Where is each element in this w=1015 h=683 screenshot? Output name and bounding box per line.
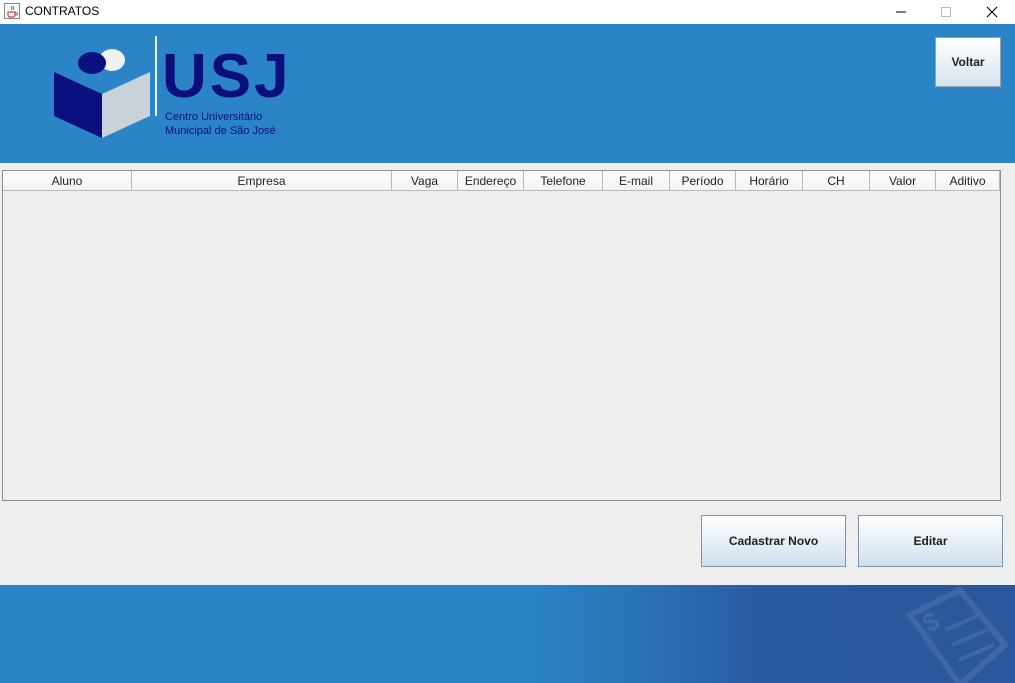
column-header-endereco[interactable]: Endereço bbox=[458, 171, 524, 190]
logo-brand-text: USJ bbox=[162, 42, 292, 111]
logo-subtitle-line1: Centro Universitário bbox=[165, 111, 263, 123]
main-panel: Aluno Empresa Vaga Endereço Telefone E-m… bbox=[0, 163, 1015, 585]
usj-cube-icon bbox=[54, 49, 150, 138]
column-header-empresa[interactable]: Empresa bbox=[132, 171, 392, 190]
maximize-button[interactable] bbox=[923, 0, 969, 24]
column-header-valor[interactable]: Valor bbox=[870, 171, 936, 190]
window-titlebar: CONTRATOS bbox=[0, 0, 1015, 24]
close-icon bbox=[986, 6, 998, 18]
logo-subtitle-line2: Municipal de São José bbox=[165, 125, 276, 137]
column-header-periodo[interactable]: Período bbox=[670, 171, 736, 190]
minimize-button[interactable] bbox=[878, 0, 924, 24]
column-header-aditivo[interactable]: Aditivo bbox=[936, 171, 1000, 190]
logo-subtitle: Centro Universitário Municipal de São Jo… bbox=[165, 110, 276, 138]
minimize-icon bbox=[896, 11, 906, 13]
back-button[interactable]: Voltar bbox=[935, 37, 1001, 87]
table-body[interactable] bbox=[3, 191, 1000, 500]
java-cup-icon bbox=[4, 3, 20, 19]
maximize-icon bbox=[941, 7, 951, 17]
create-new-button[interactable]: Cadastrar Novo bbox=[701, 515, 846, 567]
usj-logo: USJ Centro Universitário Municipal de Sã… bbox=[50, 34, 290, 144]
header-banner: USJ Centro Universitário Municipal de Sã… bbox=[0, 24, 1015, 163]
column-header-telefone[interactable]: Telefone bbox=[524, 171, 603, 190]
invoice-dollar-icon: $ bbox=[905, 586, 1010, 683]
close-button[interactable] bbox=[969, 0, 1015, 24]
window-title: CONTRATOS bbox=[25, 4, 100, 18]
column-header-aluno[interactable]: Aluno bbox=[3, 171, 132, 190]
edit-button[interactable]: Editar bbox=[858, 515, 1003, 567]
table-header: Aluno Empresa Vaga Endereço Telefone E-m… bbox=[3, 171, 1000, 191]
column-header-email[interactable]: E-mail bbox=[603, 171, 670, 190]
column-header-ch[interactable]: CH bbox=[803, 171, 870, 190]
logo-divider bbox=[155, 36, 157, 116]
footer-banner: $ bbox=[0, 585, 1015, 683]
column-header-vaga[interactable]: Vaga bbox=[392, 171, 458, 190]
contracts-table[interactable]: Aluno Empresa Vaga Endereço Telefone E-m… bbox=[2, 170, 1001, 501]
column-header-horario[interactable]: Horário bbox=[736, 171, 803, 190]
